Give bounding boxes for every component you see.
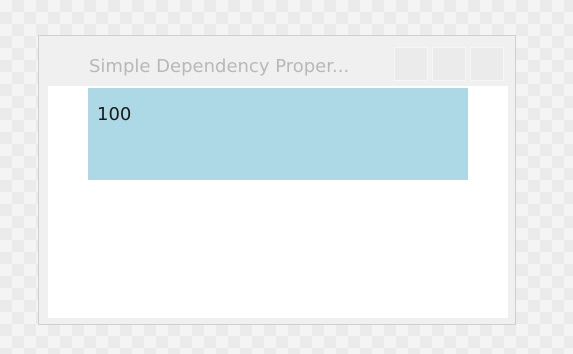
minimize-button[interactable]	[394, 47, 428, 81]
window-title: Simple Dependency Proper...	[89, 56, 350, 77]
app-window: Simple Dependency Proper... 100	[38, 35, 516, 325]
value-text: 100	[97, 104, 132, 125]
maximize-button[interactable]	[432, 47, 466, 81]
window-content: 100	[48, 86, 508, 318]
title-bar[interactable]: Simple Dependency Proper...	[39, 36, 515, 86]
value-display-box: 100	[88, 88, 468, 180]
close-button[interactable]	[470, 47, 504, 81]
